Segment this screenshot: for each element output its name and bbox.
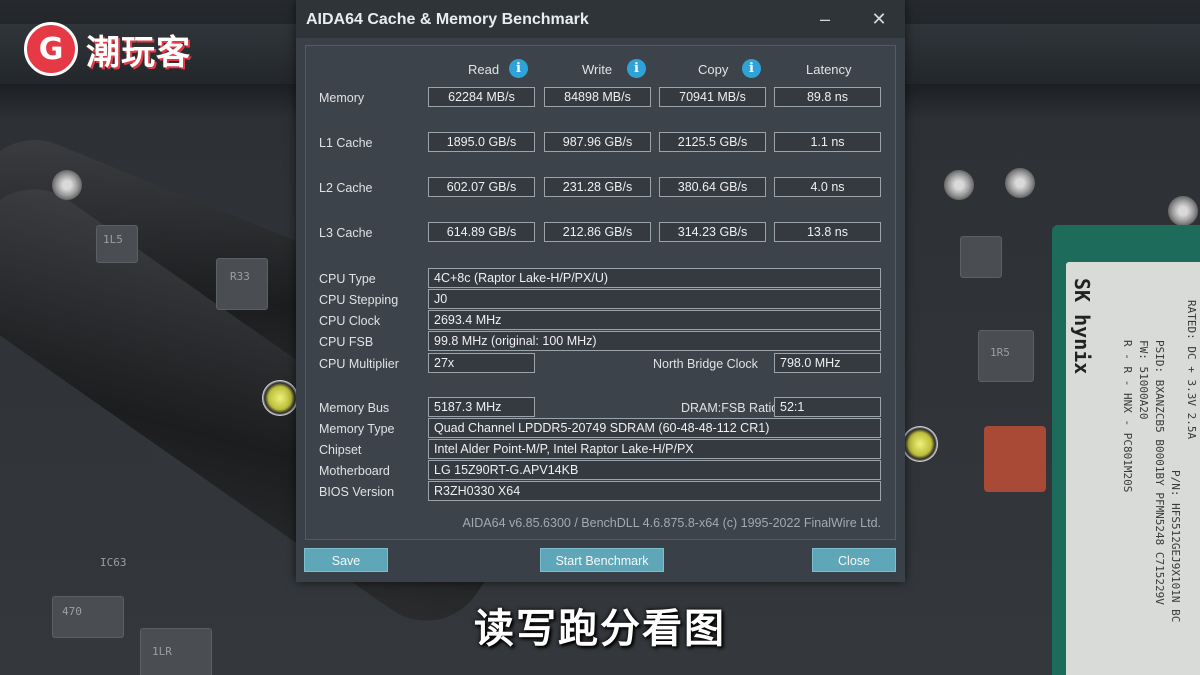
ssd-text: RATED: DC + 3.3V 2.5A [1185, 300, 1198, 440]
l2-read-value: 602.07 GB/s [428, 177, 535, 197]
screw-icon [1168, 196, 1198, 226]
channel-logo: G 潮玩客 [24, 22, 191, 76]
l1-read-value: 1895.0 GB/s [428, 132, 535, 152]
bios-version-label: BIOS Version [319, 485, 395, 499]
north-bridge-clock-value: 798.0 MHz [774, 353, 881, 373]
l3-read-value: 614.89 GB/s [428, 222, 535, 242]
row-label-l1-cache: L1 Cache [319, 136, 373, 150]
ssd-text: PSID: BXANZCB5 B0001BY PFMN5248 C715229V [1153, 340, 1166, 605]
l3-latency-value: 13.8 ns [774, 222, 881, 242]
close-icon[interactable]: ✕ [865, 6, 893, 32]
save-button[interactable]: Save [304, 548, 388, 572]
cpu-stepping-value: J0 [428, 289, 881, 309]
logo-mark: G [24, 22, 78, 76]
row-label-memory: Memory [319, 91, 365, 105]
l2-latency-value: 4.0 ns [774, 177, 881, 197]
info-icon[interactable]: i [509, 59, 528, 78]
logo-letter: G [38, 31, 64, 67]
minimize-button[interactable]: – [811, 6, 839, 32]
video-subtitle: 读写跑分看图 [474, 606, 726, 652]
bios-version-value: R3ZH0330 X64 [428, 481, 881, 501]
memory-bus-value: 5187.3 MHz [428, 397, 535, 417]
chip-label: IC63 [100, 556, 127, 569]
l1-write-value: 987.96 GB/s [544, 132, 651, 152]
l2-copy-value: 380.64 GB/s [659, 177, 766, 197]
window-title: AIDA64 Cache & Memory Benchmark [306, 11, 589, 28]
memory-latency-value: 89.8 ns [774, 87, 881, 107]
cpu-fsb-value: 99.8 MHz (original: 100 MHz) [428, 331, 881, 351]
logo-text: 潮玩客 [86, 32, 191, 73]
close-button[interactable]: Close [812, 548, 896, 572]
chipset-label: Chipset [319, 443, 362, 457]
l1-latency-value: 1.1 ns [774, 132, 881, 152]
dram-fsb-ratio-label: DRAM:FSB Ratio [681, 401, 779, 415]
cpu-type-value: 4C+8c (Raptor Lake-H/P/PX/U) [428, 268, 881, 288]
ssd-text: FW: 51000A20 [1137, 340, 1150, 420]
dram-fsb-ratio-value: 52:1 [774, 397, 881, 417]
standoff-post [262, 380, 298, 416]
column-header-latency: Latency [806, 62, 852, 77]
memory-copy-value: 70941 MB/s [659, 87, 766, 107]
chip-label: 1R5 [990, 346, 1010, 359]
chip [960, 236, 1002, 278]
column-header-read: Read [468, 62, 500, 77]
column-header-write: Write [582, 62, 613, 77]
memory-read-value: 62284 MB/s [428, 87, 535, 107]
chip-label: R33 [230, 270, 250, 283]
cpu-multiplier-label: CPU Multiplier [319, 357, 399, 371]
memory-type-value: Quad Channel LPDDR5-20749 SDRAM (60-48-4… [428, 418, 881, 438]
cpu-clock-value: 2693.4 MHz [428, 310, 881, 330]
row-label-l2-cache: L2 Cache [319, 181, 373, 195]
north-bridge-clock-label: North Bridge Clock [653, 357, 758, 371]
column-header-copy: Copy [698, 62, 729, 77]
cpu-multiplier-value: 27x [428, 353, 535, 373]
motherboard-value: LG 15Z90RT-G.APV14KB [428, 460, 881, 480]
screw-icon [52, 170, 82, 200]
l2-write-value: 231.28 GB/s [544, 177, 651, 197]
ssd-brand: SK hynix [1070, 278, 1094, 375]
cpu-clock-label: CPU Clock [319, 314, 381, 328]
thermal-pad [984, 426, 1046, 492]
cpu-fsb-label: CPU FSB [319, 335, 374, 349]
version-footer: AIDA64 v6.85.6300 / BenchDLL 4.6.875.8-x… [462, 516, 881, 530]
screw-icon [1005, 168, 1035, 198]
row-label-l3-cache: L3 Cache [319, 226, 373, 240]
title-bar[interactable]: AIDA64 Cache & Memory Benchmark – ✕ [296, 0, 905, 38]
cpu-stepping-label: CPU Stepping [319, 293, 399, 307]
info-icon[interactable]: i [627, 59, 646, 78]
chipset-value: Intel Alder Point-M/P, Intel Raptor Lake… [428, 439, 881, 459]
inductor-chip [216, 258, 268, 310]
cpu-type-label: CPU Type [319, 272, 376, 286]
standoff-post [902, 426, 938, 462]
memory-type-label: Memory Type [319, 422, 395, 436]
memory-write-value: 84898 MB/s [544, 87, 651, 107]
l3-copy-value: 314.23 GB/s [659, 222, 766, 242]
screw-icon [944, 170, 974, 200]
l3-write-value: 212.86 GB/s [544, 222, 651, 242]
motherboard-label: Motherboard [319, 464, 390, 478]
start-benchmark-button[interactable]: Start Benchmark [540, 548, 664, 572]
info-icon[interactable]: i [742, 59, 761, 78]
l1-copy-value: 2125.5 GB/s [659, 132, 766, 152]
aida64-window: AIDA64 Cache & Memory Benchmark – ✕ Read… [296, 0, 905, 582]
ssd-text: R - R - HNX - PC801M20S [1121, 340, 1134, 493]
chip-label: 1L5 [103, 233, 123, 246]
memory-bus-label: Memory Bus [319, 401, 390, 415]
